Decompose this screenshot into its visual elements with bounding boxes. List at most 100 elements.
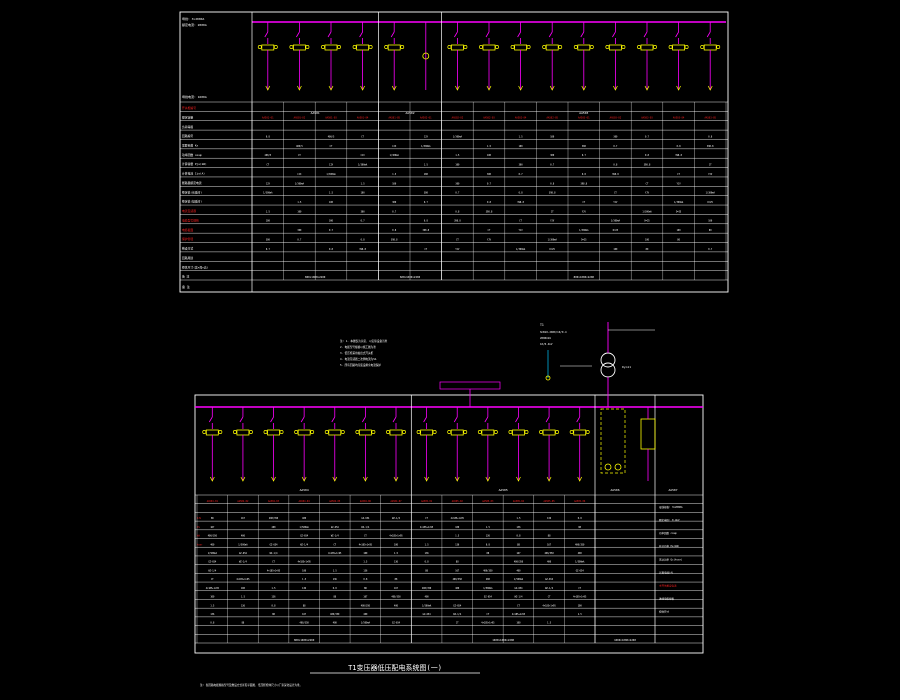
ct-symbol	[432, 430, 437, 434]
cell-value: GZ-654	[239, 552, 248, 555]
ct-symbol	[510, 45, 515, 49]
cell-value: 1.5	[241, 596, 246, 599]
circuit-id: AA502-04	[515, 116, 527, 119]
cell-value: 300	[550, 154, 555, 157]
circuit-id: AA501-02	[294, 116, 306, 119]
breaker-symbol	[387, 44, 401, 51]
bottom-feeder-circuit	[477, 407, 498, 482]
row-label: IJS	[197, 517, 202, 520]
row-label: 敷设方式	[182, 247, 193, 251]
cell-value: WZ-1/4	[270, 552, 279, 555]
cell-value: 400/5	[328, 135, 335, 138]
cell-value: 1.5	[272, 587, 277, 590]
capacitor-symbol	[604, 463, 612, 471]
right-panel-label: 无功功率 Qc(kvar)	[659, 557, 683, 561]
ct-symbol	[248, 430, 253, 434]
ct-symbol	[218, 430, 223, 434]
cell-value: 1/500mA	[300, 526, 310, 529]
cell-value: 167	[455, 569, 460, 572]
cell-value: 4×185+1×95	[481, 622, 495, 625]
cell-value: 4×185+1×95	[542, 604, 556, 607]
cell-value: CT	[548, 596, 551, 599]
breaker-symbol	[542, 429, 556, 436]
cell-value: 0.8	[677, 145, 682, 148]
cell-value: 100	[645, 238, 650, 241]
ct-symbol	[495, 45, 499, 49]
breaker-contact	[548, 31, 553, 38]
cell-value: 1.5	[486, 526, 491, 529]
note-line: 注: 1. 本图仅为示意, 以实际设备为准	[340, 339, 388, 343]
cell-value: 0.8	[425, 561, 430, 564]
cell-value: 100	[241, 587, 246, 590]
circuit-id: AA502-02	[452, 116, 464, 119]
ct-symbol	[477, 430, 482, 434]
cell-value: 1/300mA	[453, 135, 463, 138]
ct-symbol	[524, 430, 529, 434]
cell-value: 398.8	[486, 210, 493, 213]
cabinet-label: AA501	[311, 111, 320, 115]
cell-value: 100	[516, 622, 521, 625]
row-label: 保护管径	[182, 237, 193, 241]
breaker-symbol	[703, 44, 717, 51]
cell-value: 100	[455, 526, 460, 529]
cell-value: 88	[211, 517, 214, 520]
busbar-current-label: 母线电流: 1600A	[182, 94, 207, 99]
ct-symbol	[263, 430, 268, 434]
cell-value: 0.8	[550, 182, 555, 185]
cell-value: 1.5	[487, 145, 492, 148]
cell-value: 0.7	[645, 135, 650, 138]
cell-value: 0.8	[363, 578, 368, 581]
footnote: 注: 各回路电缆规格型号及敷设方式详见平面图, 低压柜柜体尺寸以厂家深化设计为准…	[200, 683, 302, 687]
cell-value: 167	[394, 587, 399, 590]
capacitor-panel	[600, 408, 626, 474]
ct-symbol	[539, 430, 544, 434]
cell-value: 88	[333, 596, 336, 599]
ct-symbol	[232, 430, 237, 434]
circuit-id: AA504-05	[329, 500, 341, 503]
cell-value: 88	[303, 604, 306, 607]
breaker-contact	[454, 31, 458, 38]
cell-value: GZ-654	[545, 578, 554, 581]
cell-value: 88	[272, 613, 275, 616]
cell-value: CT	[333, 543, 336, 546]
top-feeder-circuit	[573, 22, 594, 91]
cell-value: YJV	[677, 182, 682, 185]
bottom-feeder-circuit	[416, 407, 437, 482]
cell-value: 100	[297, 210, 302, 213]
cell-value: 0.7	[329, 229, 334, 232]
ct-symbol	[321, 45, 325, 49]
cell-value: 100	[361, 192, 366, 195]
cell-value: 80	[677, 238, 680, 241]
cell-value: 1.5	[455, 154, 460, 157]
transformer-rating: 2000kVA	[540, 336, 551, 340]
cell-value: CT	[364, 535, 367, 538]
breaker-symbol	[450, 429, 464, 436]
cell-value: CT	[517, 604, 520, 607]
cell-value: 400/350	[208, 535, 218, 538]
cell-value: WZ-1/4	[331, 535, 340, 538]
cell-value: 400/350	[361, 604, 371, 607]
ct-symbol	[447, 45, 452, 49]
breaker-symbol	[205, 429, 219, 436]
ct-symbol	[589, 45, 594, 49]
cell-value: 1.5	[302, 578, 307, 581]
ct-symbol	[700, 45, 705, 49]
right-panel-label: 进线电缆规格	[659, 596, 675, 600]
breaker-symbol	[358, 429, 372, 436]
bottom-feeder-circuit	[355, 407, 376, 482]
cell-value: CT	[456, 622, 459, 625]
breaker-contact	[390, 31, 395, 38]
circuit-id: AA502-01	[420, 116, 432, 119]
cell-value: 4×185+1×95	[267, 569, 281, 572]
cell-value: 1.5	[519, 135, 524, 138]
ct-symbol	[573, 45, 578, 49]
cell-value: GZ-654	[576, 569, 585, 572]
ct-symbol	[273, 45, 278, 49]
ct-symbol	[463, 45, 468, 49]
cell-value: YJV	[455, 248, 460, 251]
ct-symbol	[202, 430, 207, 434]
cell-value: 1/300mA	[295, 182, 305, 185]
breaker-contact	[706, 31, 711, 38]
breaker-symbol	[481, 429, 495, 436]
circuit-id: AA501-05	[388, 116, 400, 119]
